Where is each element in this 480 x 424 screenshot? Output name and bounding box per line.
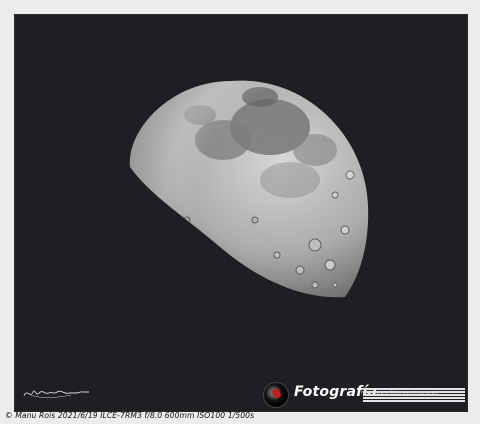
signature-image xyxy=(23,390,89,398)
moon-photo: Fotografía http://www.flickr.com/manuroi… xyxy=(14,14,468,412)
moon-icon xyxy=(129,80,369,298)
lens-logo-icon xyxy=(263,382,289,408)
photo-caption: © Manu Rois 2021/6/19 ILCE-7RM3 f/8.0 60… xyxy=(5,411,255,420)
watermark-logo: Fotografía http://www.flickr.com/manuroi… xyxy=(263,380,467,410)
photo-frame: Fotografía http://www.flickr.com/manuroi… xyxy=(0,0,480,424)
watermark-url: http://www.flickr.com/manurois xyxy=(361,391,439,396)
